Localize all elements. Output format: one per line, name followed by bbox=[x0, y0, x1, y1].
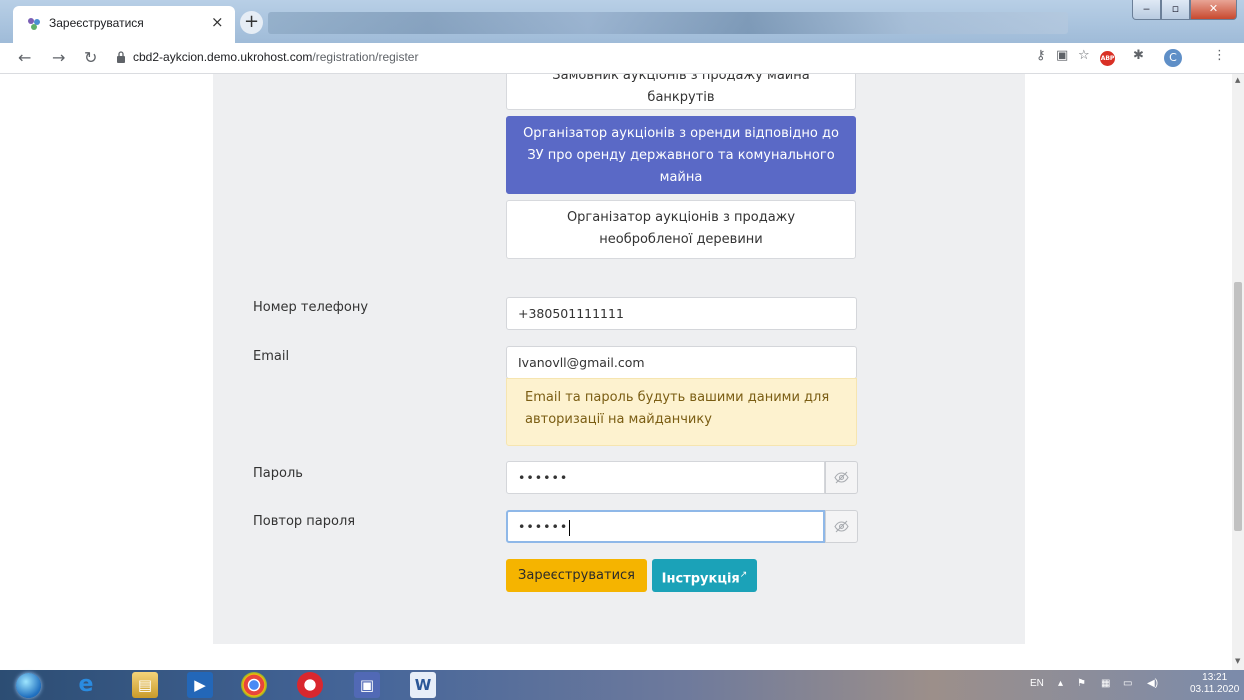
key-icon[interactable]: ⚷ bbox=[1036, 48, 1046, 63]
url-text[interactable]: cbd2-aykcion.demo.ukrohost.com/registrat… bbox=[133, 50, 418, 64]
password-field[interactable]: •••••• bbox=[506, 461, 825, 494]
save-floppy-icon[interactable]: ▣ bbox=[354, 672, 380, 698]
url-path: /registration/register bbox=[312, 50, 419, 64]
window-controls: ‒ ▫ ✕ bbox=[1132, 0, 1237, 20]
phone-label: Номер телефону bbox=[253, 300, 369, 315]
windows-taskbar: e ▤ ▶ ▣ W EN ▴ ⚑ ▦ ▭ ◀) 13:21 03.11.2020 bbox=[0, 670, 1244, 700]
media-player-icon[interactable]: ▶ bbox=[187, 672, 213, 698]
instructions-label: Інструкція bbox=[661, 571, 740, 587]
chrome-icon[interactable] bbox=[241, 672, 267, 698]
external-link-icon: ↗ bbox=[739, 570, 748, 580]
clock-time: 13:21 bbox=[1202, 672, 1228, 683]
page-scrollbar[interactable]: ▲ ▼ bbox=[1232, 74, 1244, 670]
scroll-up-arrow-icon[interactable]: ▲ bbox=[1235, 76, 1240, 84]
browser-titlebar: Зареєструватися × + ‒ ▫ ✕ bbox=[0, 0, 1244, 43]
email-field[interactable]: Ivanovll@gmail.com bbox=[506, 346, 857, 379]
tab-title: Зареєструватися bbox=[49, 16, 144, 30]
translate-icon[interactable]: ▣ bbox=[1056, 48, 1068, 63]
opera-icon[interactable] bbox=[297, 672, 323, 698]
file-explorer-icon[interactable]: ▤ bbox=[132, 672, 158, 698]
system-clock[interactable]: 13:21 03.11.2020 bbox=[1190, 672, 1239, 696]
back-arrow-icon[interactable]: ← bbox=[18, 48, 31, 67]
reload-icon[interactable]: ↻ bbox=[84, 48, 97, 67]
menu-kebab-icon[interactable]: ⋮ bbox=[1213, 48, 1226, 63]
tray-expand-icon[interactable]: ▴ bbox=[1058, 678, 1063, 689]
url-host: cbd2-aykcion.demo.ukrohost.com bbox=[133, 50, 313, 64]
password-repeat-value: •••••• bbox=[518, 519, 569, 534]
bookmark-star-icon[interactable]: ☆ bbox=[1078, 48, 1090, 63]
role-option-label: Замовник аукціонів з продажу майна банкр… bbox=[552, 74, 810, 105]
role-option-state-lease[interactable]: Організатор аукціонів з оренди відповідн… bbox=[506, 116, 856, 194]
phone-field[interactable]: +380501111111 bbox=[506, 297, 857, 330]
eye-slash-icon bbox=[834, 520, 849, 533]
word-icon[interactable]: W bbox=[410, 672, 436, 698]
start-button[interactable] bbox=[16, 673, 41, 698]
scroll-thumb[interactable] bbox=[1234, 282, 1242, 531]
site-favicon-icon bbox=[28, 18, 40, 30]
language-indicator[interactable]: EN bbox=[1030, 678, 1044, 689]
password-label: Пароль bbox=[253, 466, 303, 481]
browser-tab[interactable]: Зареєструватися × bbox=[13, 6, 235, 43]
role-option-bankrupt-property[interactable]: Замовник аукціонів з продажу майна банкр… bbox=[506, 74, 856, 110]
action-center-flag-icon[interactable]: ⚑ bbox=[1077, 678, 1086, 689]
page-viewport: Замовник аукціонів з продажу майна банкр… bbox=[0, 74, 1232, 670]
scroll-down-arrow-icon[interactable]: ▼ bbox=[1235, 657, 1240, 665]
instructions-button[interactable]: Інструкція↗ bbox=[652, 559, 757, 592]
role-option-label: Організатор аукціонів з оренди відповідн… bbox=[523, 126, 839, 185]
blurred-tabs-area bbox=[268, 12, 1068, 34]
email-label: Email bbox=[253, 349, 290, 364]
registration-panel: Замовник аукціонів з продажу майна банкр… bbox=[213, 74, 1025, 644]
show-password-toggle[interactable] bbox=[825, 461, 858, 494]
password-repeat-field[interactable]: •••••• bbox=[506, 510, 825, 543]
extensions-puzzle-icon[interactable]: ✱ bbox=[1133, 48, 1144, 63]
forward-arrow-icon[interactable]: → bbox=[52, 48, 65, 67]
close-window-icon[interactable]: ✕ bbox=[1190, 0, 1237, 20]
profile-avatar[interactable]: C bbox=[1164, 49, 1182, 67]
adblock-icon[interactable]: ABP bbox=[1100, 51, 1115, 66]
register-button[interactable]: Зареєструватися bbox=[506, 559, 647, 592]
maximize-icon[interactable]: ▫ bbox=[1161, 0, 1190, 20]
role-option-raw-timber[interactable]: Організатор аукціонів з продажу необробл… bbox=[506, 200, 856, 259]
volume-icon[interactable]: ◀) bbox=[1147, 678, 1158, 689]
new-tab-button[interactable]: + bbox=[240, 11, 263, 34]
credentials-notice: Email та пароль будуть вашими даними для… bbox=[506, 378, 857, 446]
network-icon[interactable]: ▭ bbox=[1123, 678, 1132, 689]
text-caret bbox=[569, 519, 571, 536]
role-option-label: Організатор аукціонів з продажу необробл… bbox=[566, 210, 796, 247]
clock-date: 03.11.2020 bbox=[1190, 684, 1240, 695]
eye-slash-icon bbox=[834, 471, 849, 484]
internet-explorer-icon[interactable]: e bbox=[73, 672, 99, 698]
address-bar: ← → ↻ cbd2-aykcion.demo.ukrohost.com/reg… bbox=[0, 43, 1244, 74]
lock-icon bbox=[117, 51, 125, 63]
password-repeat-label: Повтор пароля bbox=[253, 514, 356, 529]
device-icon[interactable]: ▦ bbox=[1101, 678, 1110, 689]
tab-close-icon[interactable]: × bbox=[211, 13, 224, 31]
show-password-repeat-toggle[interactable] bbox=[825, 510, 858, 543]
minimize-icon[interactable]: ‒ bbox=[1132, 0, 1161, 20]
